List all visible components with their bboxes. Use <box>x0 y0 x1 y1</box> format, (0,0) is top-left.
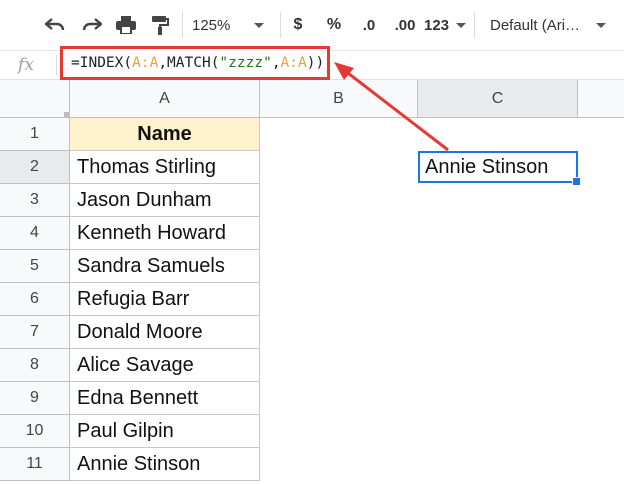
table-cell[interactable]: Thomas Stirling <box>70 151 260 184</box>
row-header[interactable]: 3 <box>0 184 70 217</box>
row-header[interactable]: 10 <box>0 415 70 448</box>
formula-token: =INDEX( <box>71 55 133 71</box>
table-cell[interactable]: Sandra Samuels <box>70 250 260 283</box>
increase-decimals-label: .00 <box>394 16 416 34</box>
table-cell[interactable]: Refugia Barr <box>70 283 260 316</box>
table-cell[interactable]: Alice Savage <box>70 349 260 382</box>
table-cell[interactable]: Annie Stinson <box>70 448 260 481</box>
formula-token: ,MATCH( <box>158 55 220 71</box>
toolbar: 125% $ % .0 .00 123 Default (Ari… <box>0 0 624 50</box>
formula-bar: fx =INDEX(A:A ,MATCH("zzzz", A:A)) <box>0 46 624 80</box>
table-cell[interactable]: Jason Dunham <box>70 184 260 217</box>
fx-icon: fx <box>18 55 34 75</box>
row-header[interactable]: 1 <box>0 118 70 151</box>
row-header[interactable]: 8 <box>0 349 70 382</box>
column-header-a[interactable]: A <box>70 80 260 118</box>
row-header[interactable]: 2 <box>0 151 70 184</box>
formula-token: , <box>271 55 281 71</box>
font-value: Default (Ari… <box>490 16 581 34</box>
font-select[interactable]: Default (Ari… <box>482 9 614 41</box>
decrease-decimals-button[interactable]: .0 <box>352 9 386 41</box>
separator <box>280 12 281 38</box>
select-all-corner[interactable] <box>0 80 70 118</box>
column-header-c[interactable]: C <box>418 80 578 118</box>
table-cell[interactable]: Edna Bennett <box>70 382 260 415</box>
separator <box>56 55 57 75</box>
row-header[interactable]: 5 <box>0 250 70 283</box>
header-cell-name[interactable]: Name <box>70 118 260 151</box>
column-header-b[interactable]: B <box>260 80 418 118</box>
spreadsheet-grid: A B C 1 2 3 4 5 6 7 8 9 10 11 Name Thoma… <box>0 80 624 484</box>
formula-token: )) <box>306 55 325 71</box>
table-cell[interactable]: Donald Moore <box>70 316 260 349</box>
table-cell[interactable]: Kenneth Howard <box>70 217 260 250</box>
formula-input[interactable]: =INDEX(A:A ,MATCH("zzzz", A:A)) <box>60 46 330 80</box>
active-cell-value: Annie Stinson <box>425 155 549 178</box>
row-header[interactable]: 7 <box>0 316 70 349</box>
decrease-decimals-label: .0 <box>362 16 376 34</box>
formula-range-token: A:A <box>132 55 159 71</box>
formula-string-token: "zzzz" <box>219 55 272 71</box>
zoom-value: 125% <box>192 16 231 34</box>
table-cell[interactable]: Paul Gilpin <box>70 415 260 448</box>
chevron-down-icon <box>254 22 264 28</box>
redo-icon[interactable] <box>77 9 107 41</box>
increase-decimals-button[interactable]: .00 <box>388 9 422 41</box>
currency-button[interactable]: $ <box>286 9 310 41</box>
fill-handle[interactable] <box>572 177 581 186</box>
separator <box>474 12 475 38</box>
formula-range-token: A:A <box>280 55 307 71</box>
active-cell-c2[interactable]: Annie Stinson <box>418 151 581 186</box>
column-header-d[interactable] <box>578 80 624 118</box>
more-formats-label: 123 <box>424 16 450 34</box>
undo-icon[interactable] <box>40 9 70 41</box>
row-header[interactable]: 9 <box>0 382 70 415</box>
print-icon[interactable] <box>111 9 141 41</box>
chevron-down-icon <box>456 22 466 28</box>
row-header[interactable]: 6 <box>0 283 70 316</box>
paint-format-icon[interactable] <box>145 9 175 41</box>
row-header[interactable]: 11 <box>0 448 70 481</box>
chevron-down-icon <box>596 22 606 28</box>
row-header[interactable]: 4 <box>0 217 70 250</box>
more-formats-button[interactable]: 123 <box>424 9 466 41</box>
percent-button[interactable]: % <box>322 9 346 41</box>
zoom-select[interactable]: 125% <box>186 9 270 41</box>
separator <box>182 12 183 38</box>
